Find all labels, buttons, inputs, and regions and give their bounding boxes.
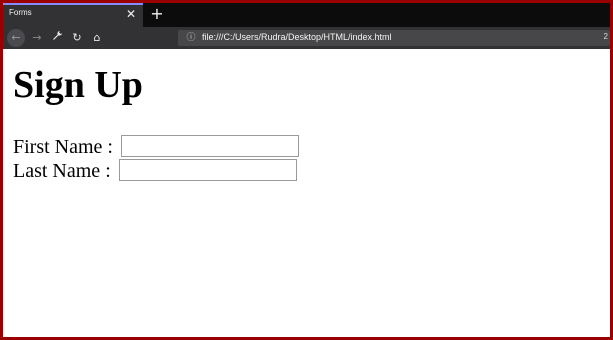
close-tab-icon[interactable]: ✕ xyxy=(125,7,137,21)
info-icon[interactable]: ⓘ xyxy=(185,31,197,45)
last-name-input[interactable] xyxy=(118,159,297,181)
back-arrow-icon[interactable]: ← xyxy=(7,29,25,47)
page-content: Sign Up First Name : Last Name : xyxy=(13,50,603,330)
tab-forms[interactable]: Forms ✕ xyxy=(3,3,143,27)
first-name-input[interactable] xyxy=(121,135,299,157)
wrench-icon-graphic xyxy=(52,30,62,40)
address-bar-url[interactable]: file:///C:/Users/Rudra/Desktop/HTML/inde… xyxy=(202,32,392,42)
address-bar-edge-text: 2 xyxy=(603,32,608,41)
home-icon[interactable]: ⌂ xyxy=(88,29,106,47)
forward-arrow-icon[interactable]: → xyxy=(28,29,46,47)
page-title: Sign Up xyxy=(13,64,143,106)
reload-icon[interactable]: ↻ xyxy=(68,29,86,47)
browser-window-frame: Forms ✕ + ← → ↻ ⌂ ⓘ file:///C:/Users/Rud… xyxy=(0,0,613,340)
first-name-row: First Name : xyxy=(13,135,299,159)
tab-strip: Forms ✕ + xyxy=(3,3,610,27)
tab-title: Forms xyxy=(9,8,32,17)
last-name-label: Last Name : xyxy=(13,160,111,182)
navigation-toolbar: ← → ↻ ⌂ ⓘ file:///C:/Users/Rudra/Desktop… xyxy=(3,27,610,49)
first-name-label: First Name : xyxy=(13,136,113,158)
address-bar[interactable]: ⓘ file:///C:/Users/Rudra/Desktop/HTML/in… xyxy=(178,30,610,46)
wrench-icon[interactable] xyxy=(48,29,66,47)
last-name-row: Last Name : xyxy=(13,159,297,183)
new-tab-icon[interactable]: + xyxy=(149,5,165,23)
